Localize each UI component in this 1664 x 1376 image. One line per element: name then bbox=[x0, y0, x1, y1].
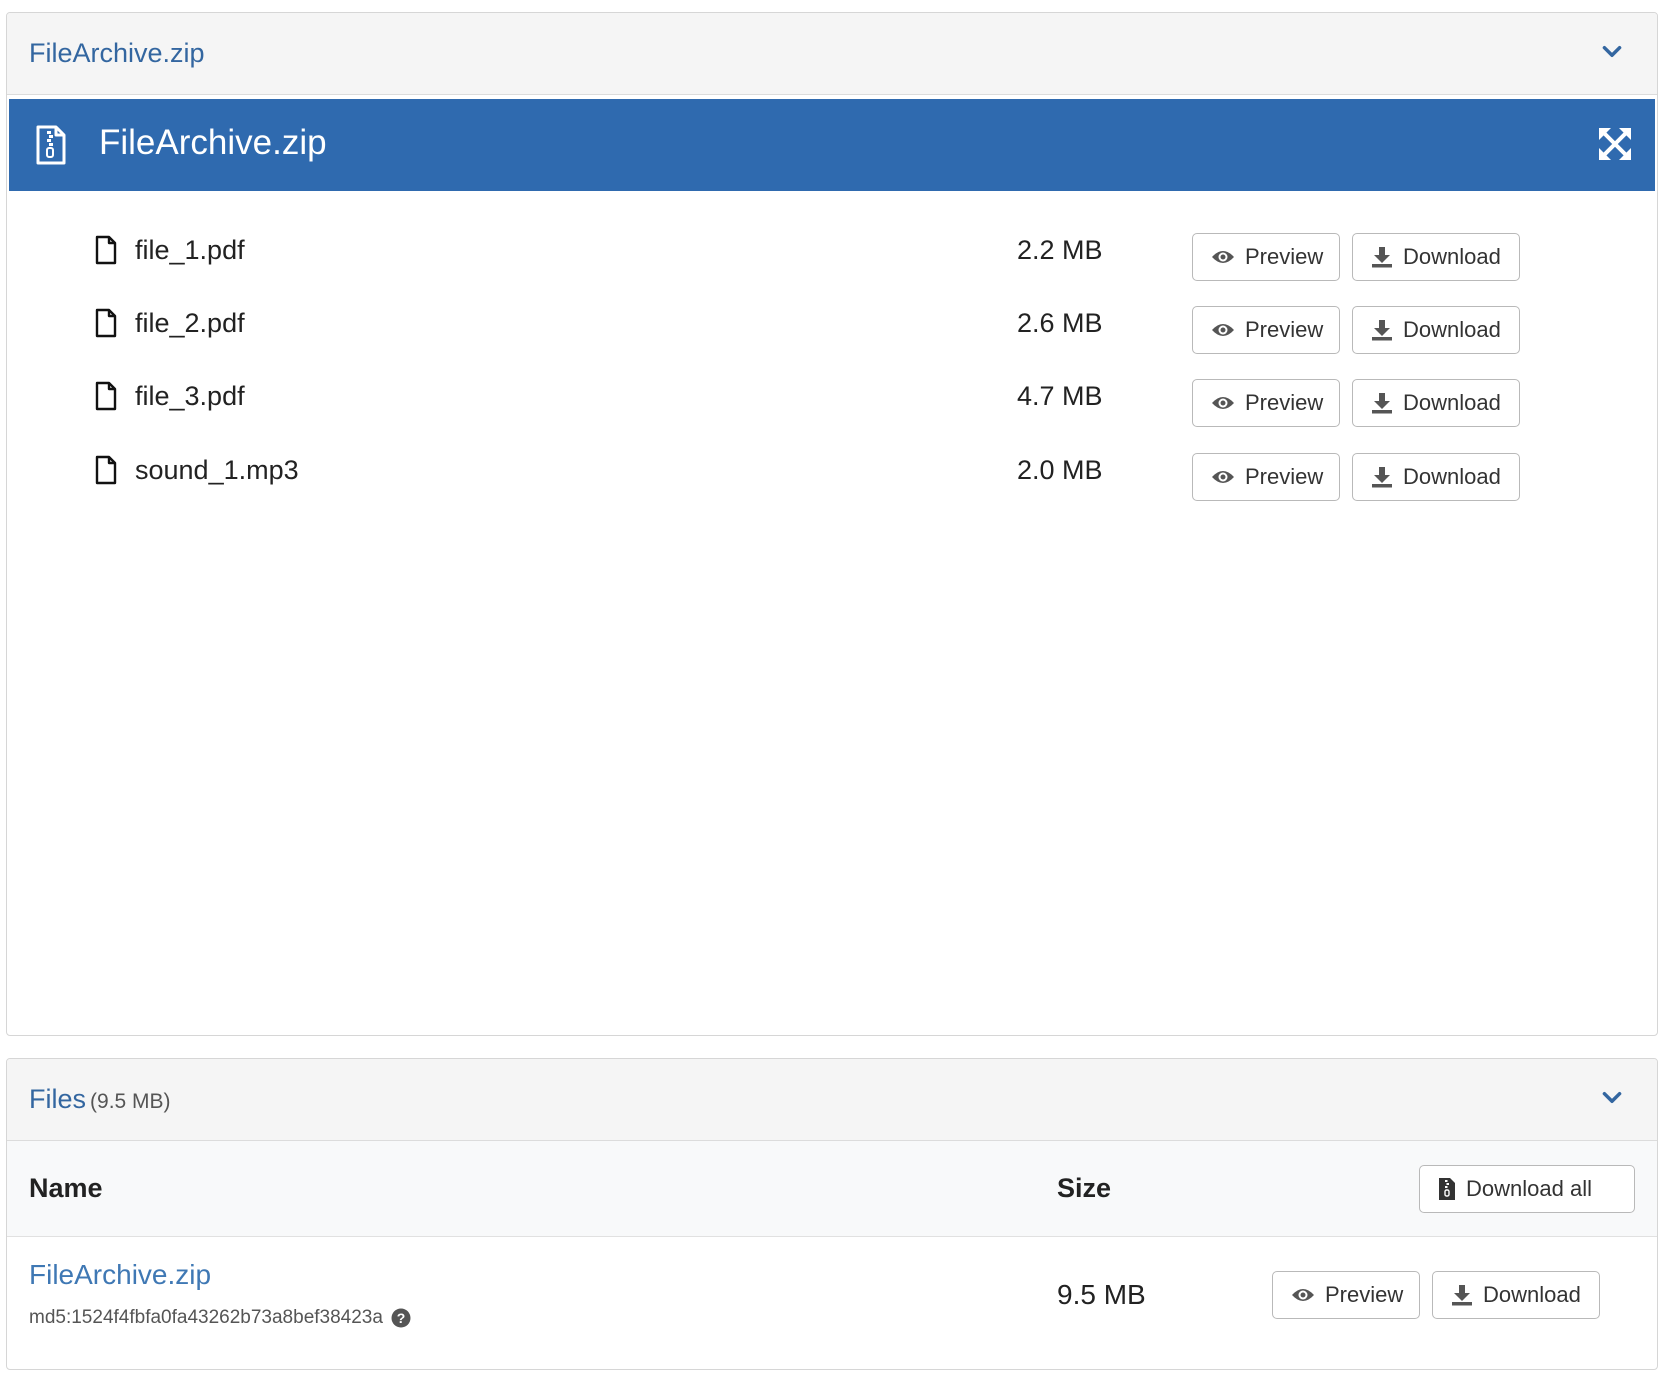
download-button[interactable]: Download bbox=[1352, 379, 1520, 427]
archive-file-size: 4.7 MB bbox=[1017, 381, 1103, 411]
checksum: md5:1524f4fbfa0fa43262b73a8bef38423a ? bbox=[29, 1307, 411, 1329]
archive-preview-title: FileArchive.zip bbox=[99, 123, 327, 162]
preview-button[interactable]: Preview bbox=[1272, 1271, 1420, 1319]
files-total-size: (9.5 MB) bbox=[90, 1090, 171, 1113]
archive-file-row: sound_1.mp3 2.0 MB Preview Download bbox=[7, 453, 1657, 513]
table-row: FileArchive.zip md5:1524f4fbfa0fa43262b7… bbox=[7, 1237, 1657, 1369]
preview-button[interactable]: Preview bbox=[1192, 233, 1340, 281]
download-button[interactable]: Download bbox=[1352, 306, 1520, 354]
file-icon bbox=[95, 235, 117, 265]
archive-file-row: file_3.pdf 4.7 MB Preview Download bbox=[7, 379, 1657, 439]
eye-icon bbox=[1212, 324, 1234, 336]
svg-text:?: ? bbox=[397, 1310, 406, 1326]
download-icon bbox=[1372, 467, 1392, 488]
download-icon bbox=[1372, 320, 1392, 341]
archive-file-row: file_1.pdf 2.2 MB Preview Download bbox=[7, 233, 1657, 293]
archive-panel-title[interactable]: FileArchive.zip bbox=[29, 38, 205, 69]
archive-file-name: file_2.pdf bbox=[135, 308, 245, 338]
download-icon bbox=[1372, 393, 1392, 414]
download-button[interactable]: Download bbox=[1432, 1271, 1600, 1319]
preview-button[interactable]: Preview bbox=[1192, 453, 1340, 501]
archive-file-size: 2.6 MB bbox=[1017, 308, 1103, 338]
files-panel-header[interactable]: Files (9.5 MB) bbox=[7, 1059, 1657, 1141]
eye-icon bbox=[1212, 251, 1234, 263]
archive-file-row: file_2.pdf 2.6 MB Preview Download bbox=[7, 306, 1657, 366]
checksum-value: md5:1524f4fbfa0fa43262b73a8bef38423a bbox=[29, 1307, 383, 1328]
file-size: 9.5 MB bbox=[1057, 1279, 1146, 1310]
file-icon bbox=[95, 455, 117, 485]
preview-button[interactable]: Preview bbox=[1192, 379, 1340, 427]
download-icon bbox=[1452, 1285, 1472, 1306]
eye-icon bbox=[1212, 471, 1234, 483]
column-header-name: Name bbox=[29, 1173, 103, 1203]
files-panel: Files (9.5 MB) Name Size Download all Fil… bbox=[6, 1058, 1658, 1370]
file-icon bbox=[95, 381, 117, 411]
archive-panel-header[interactable]: FileArchive.zip bbox=[7, 13, 1657, 95]
download-all-button[interactable]: Download all bbox=[1419, 1165, 1635, 1213]
archive-file-name: file_1.pdf bbox=[135, 235, 245, 265]
chevron-down-icon[interactable] bbox=[1599, 39, 1625, 65]
chevron-down-icon[interactable] bbox=[1599, 1085, 1625, 1111]
files-panel-title[interactable]: Files (9.5 MB) bbox=[29, 1084, 171, 1115]
zip-file-icon bbox=[36, 125, 66, 165]
archive-preview-panel: FileArchive.zip FileArchive.zip file_1.p… bbox=[6, 12, 1658, 1036]
eye-icon bbox=[1292, 1289, 1314, 1301]
download-icon bbox=[1372, 247, 1392, 268]
download-button[interactable]: Download bbox=[1352, 453, 1520, 501]
archive-file-size: 2.2 MB bbox=[1017, 235, 1103, 265]
preview-button[interactable]: Preview bbox=[1192, 306, 1340, 354]
archive-file-name: sound_1.mp3 bbox=[135, 455, 299, 485]
files-table-header: Name Size Download all bbox=[7, 1141, 1657, 1237]
download-button[interactable]: Download bbox=[1352, 233, 1520, 281]
question-circle-icon[interactable]: ? bbox=[391, 1308, 411, 1328]
file-icon bbox=[95, 308, 117, 338]
archive-file-size: 2.0 MB bbox=[1017, 455, 1103, 485]
archive-file-name: file_3.pdf bbox=[135, 381, 245, 411]
column-header-size: Size bbox=[1057, 1173, 1112, 1203]
archive-preview-bar: FileArchive.zip bbox=[9, 99, 1655, 191]
expand-icon[interactable] bbox=[1597, 126, 1633, 162]
file-link[interactable]: FileArchive.zip bbox=[29, 1259, 211, 1291]
zip-file-icon bbox=[1439, 1178, 1455, 1200]
eye-icon bbox=[1212, 397, 1234, 409]
